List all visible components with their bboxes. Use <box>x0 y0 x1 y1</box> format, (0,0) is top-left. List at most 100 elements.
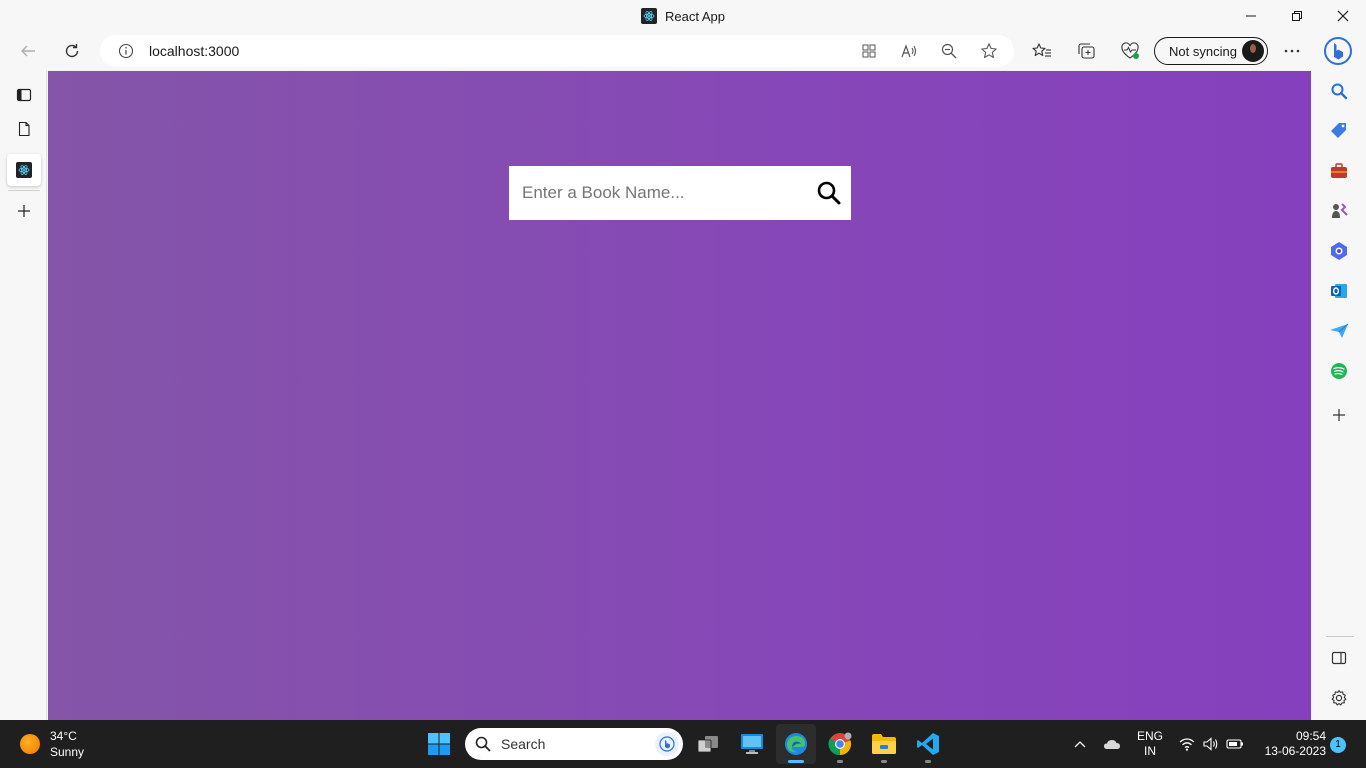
more-icon <box>1284 49 1300 53</box>
task-view-button[interactable] <box>688 724 728 764</box>
favorites-button[interactable] <box>1026 35 1058 67</box>
file-explorer-app[interactable] <box>864 724 904 764</box>
vertical-tabs-pane <box>0 70 47 720</box>
battery-button[interactable] <box>1224 720 1246 768</box>
browser-toolbar: localhost:3000 Not syncing <box>0 32 1366 70</box>
minimize-icon <box>1246 15 1256 17</box>
address-bar[interactable]: localhost:3000 <box>100 35 1014 67</box>
running-indicator <box>925 760 931 763</box>
close-button[interactable] <box>1320 0 1366 32</box>
refresh-button[interactable] <box>56 35 88 67</box>
chrome-app[interactable] <box>820 724 860 764</box>
react-app-tab[interactable] <box>7 154 41 186</box>
bing-chat-icon <box>655 732 679 756</box>
taskbar: 34°C Sunny Search ENG IN 09:54 13-06-202… <box>0 720 1366 768</box>
search-icon <box>475 736 491 752</box>
weather-condition: Sunny <box>50 745 85 759</box>
spotify-icon <box>1331 363 1347 379</box>
network-button[interactable] <box>1176 720 1198 768</box>
back-button[interactable] <box>12 35 44 67</box>
speaker-icon <box>1203 737 1218 751</box>
sidebar-m365-button[interactable] <box>1325 237 1353 265</box>
search-icon <box>1331 83 1348 100</box>
hide-sidebar-button[interactable] <box>1325 644 1353 672</box>
new-tab-page-tab[interactable] <box>7 113 41 145</box>
task-view-icon <box>697 736 718 753</box>
games-icon <box>1332 203 1348 218</box>
settings-icon <box>1331 689 1347 706</box>
sidebar-search-button[interactable] <box>1325 77 1353 105</box>
region-code: IN <box>1144 744 1156 758</box>
sidebar-outlook-button[interactable] <box>1325 277 1353 305</box>
new-tab-button[interactable] <box>7 195 41 227</box>
language-code: ENG <box>1136 729 1163 743</box>
system-clock[interactable]: 09:54 13-06-2023 <box>1256 729 1326 759</box>
edge-icon <box>785 733 807 755</box>
window-title-area: React App <box>0 0 1366 32</box>
tabs-divider <box>8 190 40 191</box>
sidebar-settings-button[interactable] <box>1325 684 1353 712</box>
react-logo-icon <box>641 8 657 24</box>
sidebar-add-button[interactable] <box>1325 401 1353 429</box>
start-button[interactable] <box>419 724 459 764</box>
tools-icon <box>1331 163 1347 178</box>
tab-actions-button[interactable] <box>7 79 41 111</box>
bing-icon <box>1324 37 1352 65</box>
clock-time: 09:54 <box>1295 729 1326 743</box>
more-button[interactable] <box>1276 35 1308 67</box>
edge-app[interactable] <box>776 724 816 764</box>
clock-date: 13-06-2023 <box>1264 744 1326 758</box>
minimize-button[interactable] <box>1228 0 1274 32</box>
remote-desktop-app[interactable] <box>732 724 772 764</box>
sidebar-tools-button[interactable] <box>1325 157 1353 185</box>
sidebar-divider <box>1326 636 1354 637</box>
add-icon <box>1333 409 1345 421</box>
info-icon <box>118 43 134 59</box>
notification-badge[interactable]: 1 <box>1330 737 1346 753</box>
title-bar: React App <box>0 0 1366 32</box>
page-content <box>48 71 1311 720</box>
onedrive-button[interactable] <box>1100 720 1124 768</box>
wifi-icon <box>1179 738 1195 751</box>
favorite-star-icon <box>981 43 997 59</box>
hide-sidebar-icon <box>1331 651 1347 665</box>
refresh-icon <box>65 44 79 58</box>
zoom-out-button[interactable] <box>933 35 965 67</box>
back-arrow-icon <box>21 45 35 57</box>
book-search-input[interactable] <box>509 166 799 220</box>
collections-button[interactable] <box>1070 35 1102 67</box>
read-aloud-icon <box>901 44 917 58</box>
volume-button[interactable] <box>1200 720 1222 768</box>
sync-status-button[interactable]: Not syncing <box>1154 37 1268 65</box>
running-indicator <box>881 760 887 763</box>
remote-desktop-icon <box>741 734 763 754</box>
restore-icon <box>1292 11 1302 21</box>
weather-widget[interactable]: 34°C Sunny <box>20 728 84 760</box>
battery-icon <box>1226 739 1243 749</box>
restore-button[interactable] <box>1274 0 1320 32</box>
url-text[interactable]: localhost:3000 <box>149 35 239 67</box>
vscode-icon <box>917 733 939 755</box>
favorites-icon <box>1032 43 1051 57</box>
browser-essentials-button[interactable] <box>1114 35 1146 67</box>
new-tab-page-icon <box>18 121 30 137</box>
edge-sidebar <box>1311 70 1366 720</box>
read-aloud-button[interactable] <box>893 35 925 67</box>
taskbar-search-label: Search <box>501 736 546 752</box>
site-info-button[interactable] <box>110 35 142 67</box>
sync-status-label: Not syncing <box>1169 43 1237 59</box>
folder-icon <box>872 734 896 754</box>
app-available-button[interactable] <box>853 35 885 67</box>
sidebar-spotify-button[interactable] <box>1325 357 1353 385</box>
weather-temperature: 34°C <box>50 729 77 743</box>
bing-copilot-button[interactable] <box>1322 35 1354 67</box>
sidebar-drop-button[interactable] <box>1325 317 1353 345</box>
input-language[interactable]: ENG IN <box>1135 729 1165 759</box>
sidebar-games-button[interactable] <box>1325 197 1353 225</box>
vscode-app[interactable] <box>908 724 948 764</box>
taskbar-search[interactable]: Search <box>465 728 683 760</box>
book-search-button[interactable] <box>813 177 845 209</box>
favorite-button[interactable] <box>973 35 1005 67</box>
show-hidden-icons-button[interactable] <box>1068 720 1092 768</box>
sidebar-shopping-button[interactable] <box>1325 117 1353 145</box>
